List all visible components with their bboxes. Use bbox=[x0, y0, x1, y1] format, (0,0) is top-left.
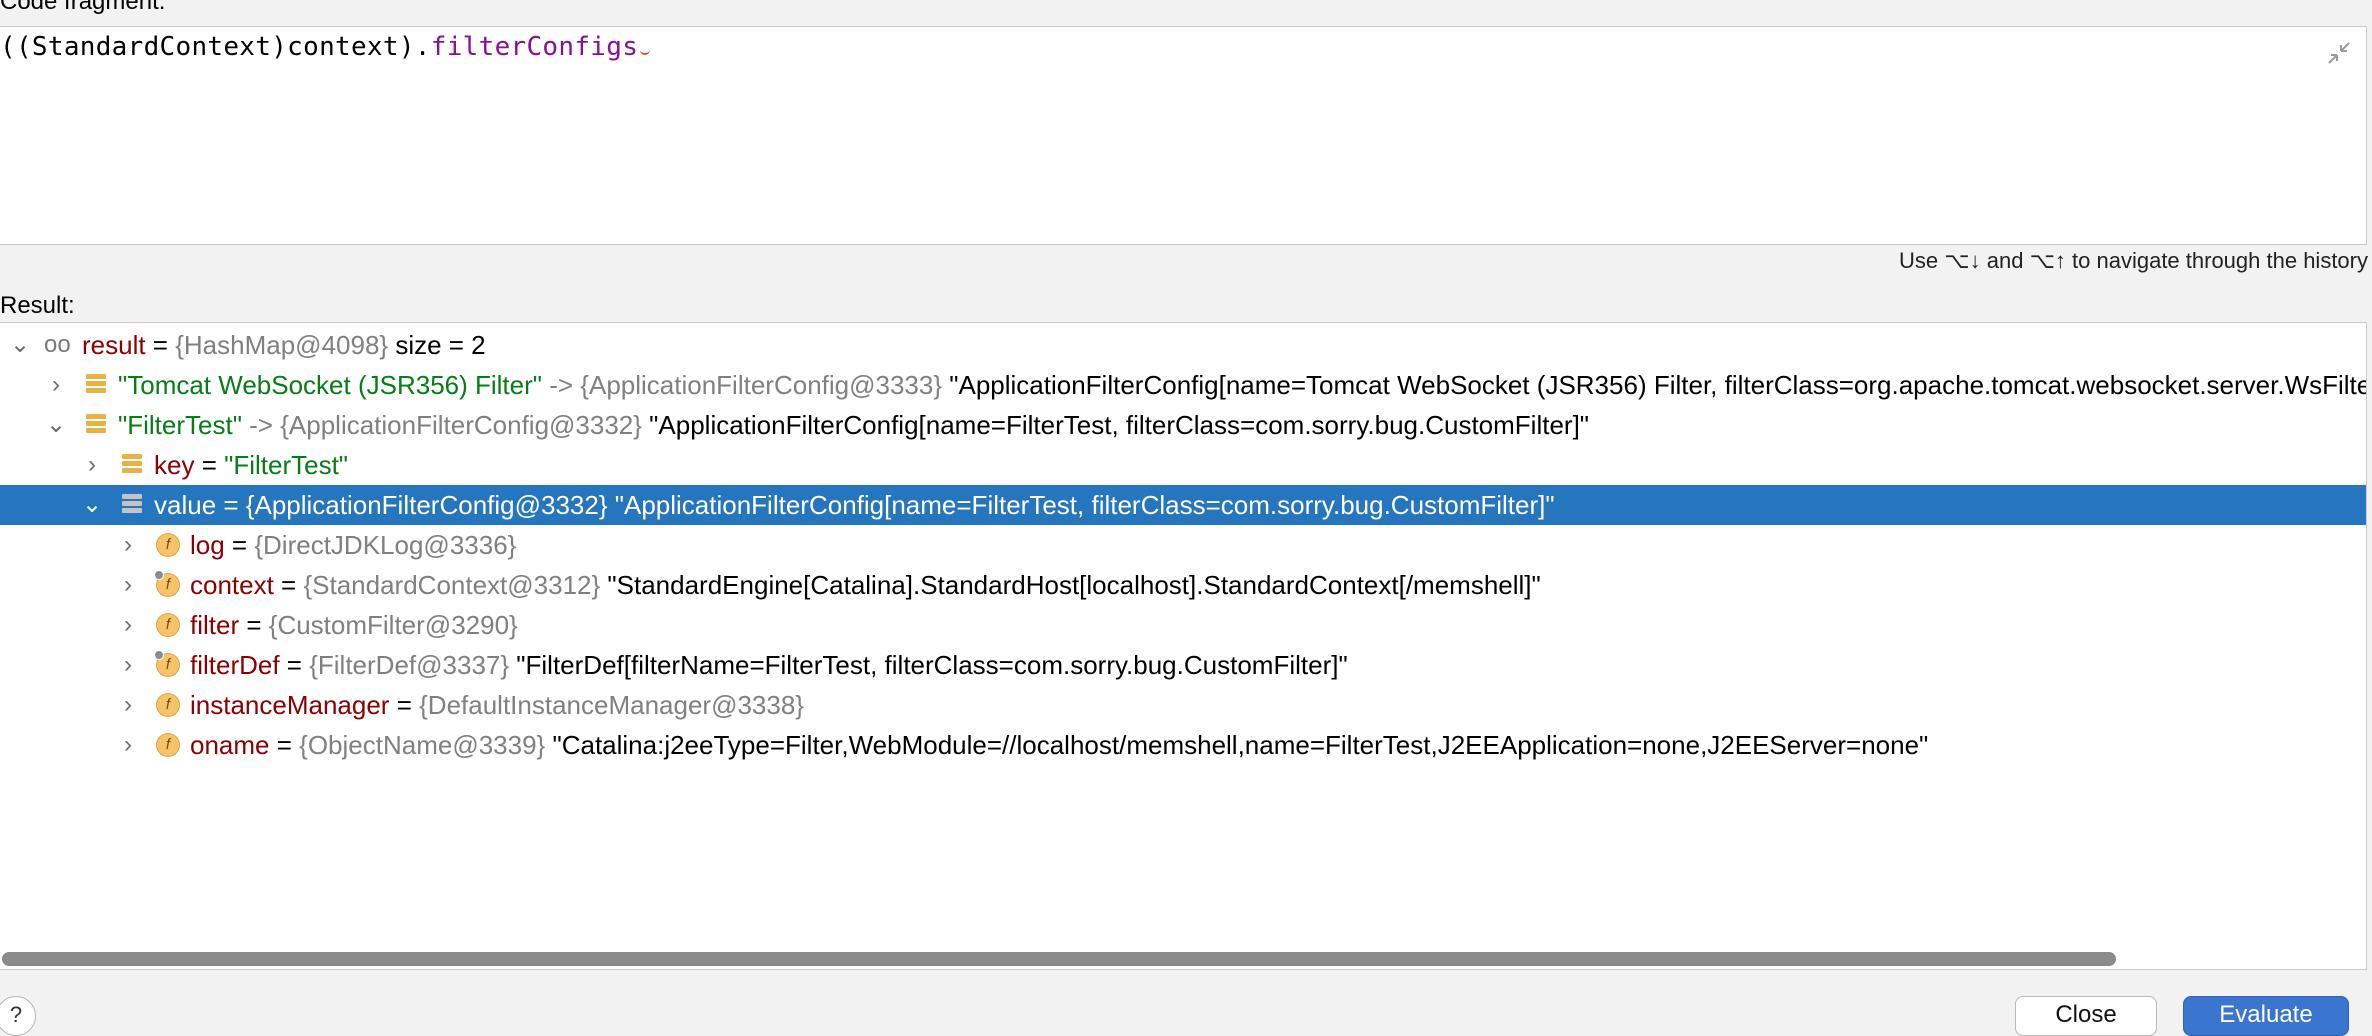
field-icon: f bbox=[154, 570, 180, 597]
tree-row-key[interactable]: › key = "FilterTest" bbox=[0, 445, 2366, 485]
field-icon: f bbox=[156, 733, 180, 757]
node-ref: {DirectJDKLog@3336} bbox=[254, 530, 517, 560]
node-eq: = bbox=[194, 450, 225, 480]
collapse-icon-svg bbox=[2328, 42, 2350, 64]
node-eq: -> bbox=[542, 370, 581, 400]
chevron-down-icon[interactable]: ⌄ bbox=[6, 325, 34, 365]
node-ref: {StandardContext@3312} bbox=[303, 570, 601, 600]
chevron-right-icon[interactable]: › bbox=[114, 605, 142, 645]
chevron-right-icon[interactable]: › bbox=[114, 565, 142, 605]
field-icon: f bbox=[156, 693, 180, 717]
node-name: log bbox=[190, 530, 225, 560]
node-ref: {ObjectName@3339} bbox=[299, 730, 546, 760]
chevron-right-icon[interactable]: › bbox=[78, 445, 106, 485]
node-eq: = bbox=[216, 490, 246, 520]
evaluate-button[interactable]: Evaluate bbox=[2183, 996, 2349, 1036]
node-value: "ApplicationFilterConfig[name=FilterTest… bbox=[607, 490, 1555, 520]
node-eq: = bbox=[145, 330, 176, 360]
tree-row-oname[interactable]: › f oname = {ObjectName@3339} "Catalina:… bbox=[0, 725, 2366, 765]
tree-row-context[interactable]: › f context = {StandardContext@3312} "St… bbox=[0, 565, 2366, 605]
result-tree[interactable]: ⌄ oo result = {HashMap@4098} size = 2 › … bbox=[0, 322, 2367, 970]
node-eq: = bbox=[269, 730, 300, 760]
node-eq: -> bbox=[241, 410, 281, 440]
chevron-right-icon[interactable]: › bbox=[42, 365, 70, 405]
node-eq: = bbox=[273, 570, 304, 600]
node-eq: = bbox=[239, 610, 269, 640]
node-value: "ApplicationFilterConfig[name=FilterTest… bbox=[641, 410, 1590, 440]
error-underline bbox=[640, 49, 651, 55]
node-value: "Catalina:j2eeType=Filter,WebModule=//lo… bbox=[545, 730, 1929, 760]
tree-row-value-selected[interactable]: ⌄ value = {ApplicationFilterConfig@3332}… bbox=[0, 485, 2366, 525]
field-icon: f bbox=[154, 650, 180, 677]
node-ref: {ApplicationFilterConfig@3333} bbox=[580, 370, 943, 400]
node-value: "StandardEngine[Catalina].StandardHost[l… bbox=[600, 570, 1541, 600]
node-ref: {ApplicationFilterConfig@3332} bbox=[245, 490, 608, 520]
node-ref: {DefaultInstanceManager@3338} bbox=[419, 690, 804, 720]
close-button[interactable]: Close bbox=[2015, 996, 2157, 1036]
chevron-right-icon[interactable]: › bbox=[114, 725, 142, 765]
node-value: "FilterTest" bbox=[224, 450, 349, 480]
node-ref: {CustomFilter@3290} bbox=[268, 610, 518, 640]
node-eq: = bbox=[279, 650, 310, 680]
tree-row-log[interactable]: › f log = {DirectJDKLog@3336} bbox=[0, 525, 2366, 565]
code-fragment-text[interactable]: ((StandardContext)context).filterConfigs bbox=[0, 32, 651, 62]
horizontal-scrollbar-thumb[interactable] bbox=[2, 952, 2116, 966]
list-icon bbox=[84, 413, 108, 437]
list-icon bbox=[120, 453, 144, 477]
node-ref: {HashMap@4098} bbox=[175, 330, 389, 360]
node-name: "Tomcat WebSocket (JSR356) Filter" bbox=[118, 370, 542, 400]
chevron-right-icon[interactable]: › bbox=[114, 645, 142, 685]
node-value: "FilterDef[filterName=FilterTest, filter… bbox=[509, 650, 1348, 680]
chevron-down-icon[interactable]: ⌄ bbox=[78, 485, 106, 525]
node-value: size = 2 bbox=[388, 330, 486, 360]
tree-row-filtertest[interactable]: ⌄ "FilterTest" -> {ApplicationFilterConf… bbox=[0, 405, 2366, 445]
watch-icon: oo bbox=[44, 331, 71, 358]
chevron-down-icon[interactable]: ⌄ bbox=[42, 405, 70, 445]
code-prefix: ((StandardContext)context). bbox=[0, 32, 431, 62]
node-ref: {ApplicationFilterConfig@3332} bbox=[280, 410, 642, 440]
chevron-right-icon[interactable]: › bbox=[114, 685, 142, 725]
code-fragment-label: Code fragment: bbox=[0, 0, 166, 15]
help-button[interactable]: ? bbox=[0, 996, 36, 1036]
node-name: instanceManager bbox=[190, 690, 390, 720]
node-name: result bbox=[82, 330, 146, 360]
node-name: filter bbox=[190, 610, 240, 640]
node-value: "ApplicationFilterConfig[name=Tomcat Web… bbox=[942, 370, 2367, 400]
node-eq: = bbox=[389, 690, 420, 720]
tree-row-filter[interactable]: › f filter = {CustomFilter@3290} bbox=[0, 605, 2366, 645]
code-call: filterConfigs bbox=[430, 32, 639, 62]
node-name: filterDef bbox=[190, 650, 280, 680]
node-name: context bbox=[190, 570, 274, 600]
node-name: value bbox=[154, 490, 217, 520]
node-name: "FilterTest" bbox=[118, 410, 242, 440]
tree-row-websocket-filter[interactable]: › "Tomcat WebSocket (JSR356) Filter" -> … bbox=[0, 365, 2366, 405]
list-icon bbox=[120, 493, 144, 517]
node-ref: {FilterDef@3337} bbox=[309, 650, 510, 680]
tree-row-result[interactable]: ⌄ oo result = {HashMap@4098} size = 2 bbox=[0, 325, 2366, 365]
field-icon: f bbox=[156, 533, 180, 557]
collapse-icon[interactable] bbox=[2326, 40, 2352, 66]
list-icon bbox=[84, 373, 108, 397]
result-label: Result: bbox=[0, 292, 75, 319]
tree-row-filterdef[interactable]: › f filterDef = {FilterDef@3337} "Filter… bbox=[0, 645, 2366, 685]
chevron-right-icon[interactable]: › bbox=[114, 525, 142, 565]
node-eq: = bbox=[224, 530, 255, 560]
node-name: key bbox=[154, 450, 195, 480]
history-hint: Use ⌥↓ and ⌥↑ to navigate through the hi… bbox=[1899, 248, 2368, 273]
tree-row-instancemanager[interactable]: › f instanceManager = {DefaultInstanceMa… bbox=[0, 685, 2366, 725]
field-icon: f bbox=[156, 613, 180, 637]
node-name: oname bbox=[190, 730, 270, 760]
